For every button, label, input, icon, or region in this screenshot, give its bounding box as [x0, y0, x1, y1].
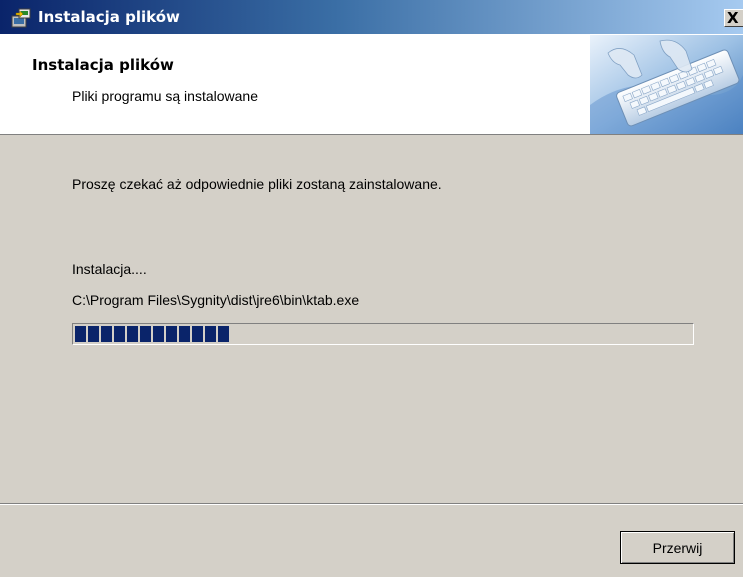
- progress-block: [166, 326, 177, 342]
- progress-fill: [75, 326, 229, 342]
- current-file-path: C:\Program Files\Sygnity\dist\jre6\bin\k…: [72, 292, 360, 308]
- status-text: Instalacja....: [72, 261, 147, 277]
- header-subtitle: Pliki programu są instalowane: [72, 88, 258, 104]
- info-text: Proszę czekać aż odpowiednie pliki zosta…: [72, 176, 442, 192]
- progress-block: [114, 326, 125, 342]
- installer-icon: [11, 8, 31, 28]
- keyboard-typing-image: [590, 35, 743, 134]
- progress-block: [127, 326, 138, 342]
- header-title: Instalacja plików: [32, 56, 174, 74]
- progress-block: [140, 326, 151, 342]
- close-icon: X: [727, 9, 739, 27]
- progress-block: [75, 326, 86, 342]
- progress-block: [218, 326, 229, 342]
- progress-block: [179, 326, 190, 342]
- cancel-button[interactable]: Przerwij: [620, 531, 735, 564]
- close-button[interactable]: X: [724, 9, 743, 27]
- progress-block: [192, 326, 203, 342]
- installer-dialog: Instalacja plików X Instalacja plików Pl…: [0, 0, 743, 577]
- progress-bar: [72, 323, 694, 345]
- separator-highlight: [0, 504, 743, 505]
- header-banner: Instalacja plików Pliki programu są inst…: [0, 34, 743, 135]
- progress-block: [205, 326, 216, 342]
- progress-block: [88, 326, 99, 342]
- progress-block: [153, 326, 164, 342]
- window-title: Instalacja plików: [38, 8, 180, 26]
- progress-block: [101, 326, 112, 342]
- title-bar[interactable]: Instalacja plików X: [0, 0, 743, 34]
